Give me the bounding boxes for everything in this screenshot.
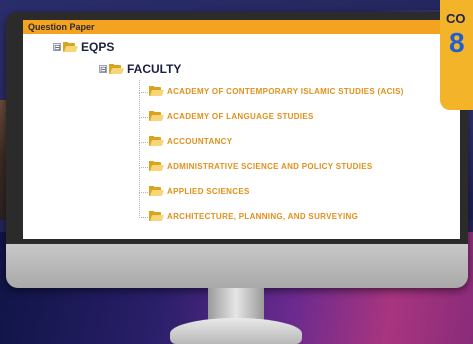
corner-badge: CO 8: [440, 0, 473, 110]
open-folder-icon: [63, 42, 78, 52]
open-folder-icon: [109, 64, 124, 74]
monitor-screen: Question Paper ⊟ EQPS ⊟ FACULTY ACADEMY …: [23, 20, 460, 239]
collapse-toggle-icon[interactable]: ⊟: [53, 43, 61, 52]
badge-number: 8: [449, 27, 465, 58]
tree-item-label[interactable]: ADMINISTRATIVE SCIENCE AND POLICY STUDIE…: [167, 162, 373, 171]
folder-icon: [149, 136, 164, 146]
folder-icon: [149, 211, 164, 221]
tree-item-label[interactable]: ACCOUNTANCY: [167, 137, 232, 146]
tree-item[interactable]: APPLIED SCIENCES: [149, 186, 250, 196]
folder-icon: [149, 86, 164, 96]
monitor-stand-foot: [170, 318, 302, 344]
tree-item-label[interactable]: APPLIED SCIENCES: [167, 187, 250, 196]
tree-item-label[interactable]: ACADEMY OF LANGUAGE STUDIES: [167, 112, 314, 121]
tree-item-label[interactable]: ACADEMY OF CONTEMPORARY ISLAMIC STUDIES …: [167, 87, 404, 96]
tree-item[interactable]: ACADEMY OF CONTEMPORARY ISLAMIC STUDIES …: [149, 86, 404, 96]
tree-node-faculty[interactable]: ⊟ FACULTY: [99, 62, 181, 76]
panel-titlebar: Question Paper: [23, 20, 460, 34]
folder-icon: [149, 186, 164, 196]
tree-node-eqps[interactable]: ⊟ EQPS: [53, 40, 114, 54]
tree-item[interactable]: ACADEMY OF LANGUAGE STUDIES: [149, 111, 314, 121]
panel-title: Question Paper: [28, 22, 95, 32]
folder-icon: [149, 111, 164, 121]
tree-item[interactable]: ACCOUNTANCY: [149, 136, 232, 146]
tree-item[interactable]: ADMINISTRATIVE SCIENCE AND POLICY STUDIE…: [149, 161, 373, 171]
monitor-stand-neck: [208, 288, 264, 322]
tree-item-label[interactable]: ARCHITECTURE, PLANNING, AND SURVEYING: [167, 212, 358, 221]
badge-top-text: CO: [446, 11, 466, 26]
tree-node-label[interactable]: FACULTY: [127, 62, 181, 76]
tree-node-label[interactable]: EQPS: [81, 40, 114, 54]
monitor-chin: [6, 244, 468, 288]
folder-icon: [149, 161, 164, 171]
tree-item[interactable]: ARCHITECTURE, PLANNING, AND SURVEYING: [149, 211, 358, 221]
collapse-toggle-icon[interactable]: ⊟: [99, 65, 107, 74]
